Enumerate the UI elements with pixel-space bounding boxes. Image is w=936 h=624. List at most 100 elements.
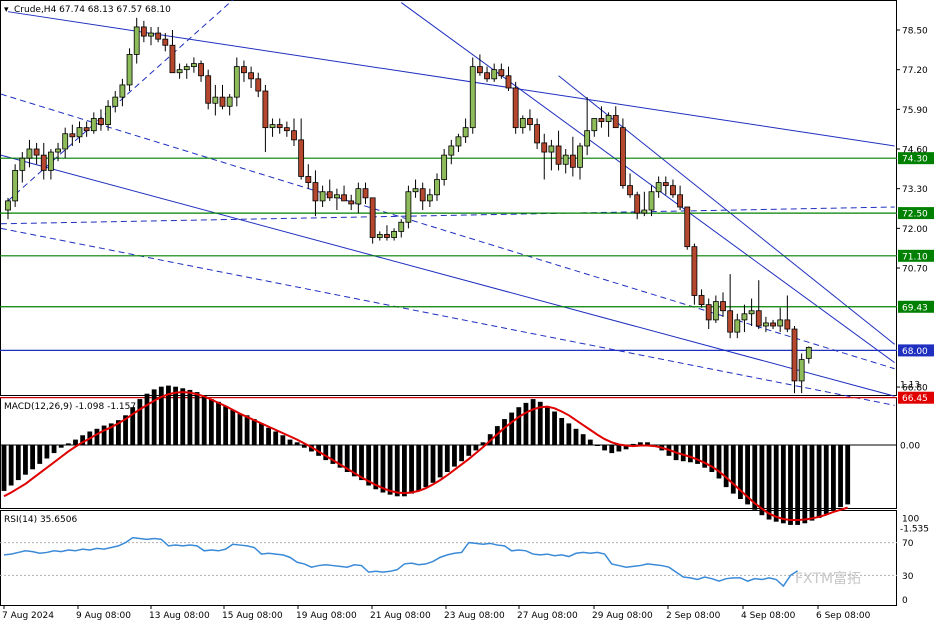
candle-body-108: [777, 319, 784, 327]
candle-body-34: [248, 72, 255, 80]
candle-body-94: [677, 194, 683, 208]
candle-body-80: [577, 145, 583, 168]
rsi-tick-label-2: 30: [902, 572, 914, 582]
candle-body-75: [541, 142, 548, 153]
macd-bar-31: [223, 406, 229, 445]
macd-bar-81: [580, 434, 586, 445]
candle-body-13: [98, 118, 104, 125]
macd-bar-62: [444, 445, 450, 472]
candle-body-39: [283, 127, 290, 132]
time-tick-label-7: 27 Aug 08:00: [517, 611, 578, 621]
macd-bar-41: [294, 442, 300, 445]
candle-body-16: [119, 84, 126, 98]
candle-body-44: [319, 191, 326, 202]
candle-body-43: [312, 182, 319, 202]
candle-body-33: [241, 66, 247, 74]
macd-bar-57: [409, 445, 414, 494]
candle-body-64: [462, 127, 469, 138]
macd-bar-60: [430, 445, 436, 483]
candle-body-50: [362, 188, 369, 199]
candle-body-97: [698, 295, 705, 306]
macd-bar-37: [266, 427, 271, 445]
candle-body-83: [598, 118, 605, 122]
time-tick-label-11: 6 Sep 08:00: [816, 611, 871, 621]
rsi-tick-label-0: 100: [902, 515, 919, 525]
candle-body-72: [519, 118, 526, 129]
candle-body-73: [527, 118, 533, 125]
macd-bar-24: [173, 386, 178, 445]
candle-body-107: [770, 322, 776, 327]
candle-body-19: [140, 26, 147, 37]
macd-bar-19: [137, 399, 143, 445]
candle-body-51: [369, 197, 376, 238]
macd-bar-13: [94, 428, 100, 445]
candle-body-18: [133, 26, 140, 55]
candle-body-35: [255, 78, 262, 92]
macd-bar-108: [773, 445, 779, 522]
macd-header: MACD(12,26,9) -1.098 -1.157: [4, 402, 136, 412]
candle-body-106: [763, 322, 769, 327]
candle-body-90: [648, 191, 655, 211]
macd-bar-101: [723, 445, 729, 488]
macd-bar-33: [237, 413, 243, 445]
macd-bar-117: [838, 445, 843, 508]
candle-body-77: [555, 145, 562, 165]
macd-bar-27: [194, 392, 200, 445]
macd-bar-76: [545, 406, 550, 445]
candle-body-88: [634, 194, 641, 214]
candle-body-6: [48, 151, 54, 171]
macd-bar-38: [273, 431, 279, 445]
candle-body-21: [155, 32, 162, 40]
time-tick-label-0: 7 Aug 2024: [2, 611, 54, 621]
candle-body-60: [434, 179, 440, 196]
candle-body-109: [784, 319, 791, 330]
macd-bar-72: [516, 407, 522, 445]
candle-body-14: [105, 105, 111, 125]
candle-body-103: [741, 313, 748, 321]
candle-body-96: [691, 246, 698, 296]
macd-bar-110: [788, 445, 793, 525]
macd-bar-71: [509, 412, 515, 445]
candle-body-7: [55, 148, 61, 153]
chart-canvas: 74.3072.5071.1069.4368.0066.45 1.130.00-…: [0, 0, 934, 621]
candle-body-84: [605, 115, 612, 122]
macd-bar-34: [244, 415, 250, 445]
macd-bar-5: [37, 445, 43, 464]
main-panel: [0, 0, 897, 396]
candle-body-32: [233, 66, 240, 98]
candle-body-82: [591, 118, 598, 132]
macd-tick-label-2: -1.535: [900, 524, 929, 534]
macd-bar-88: [630, 443, 636, 445]
macd-bar-3: [23, 445, 28, 475]
time-axis: 7 Aug 2024 9 Aug 08:00 13 Aug 08:00 15 Aug …: [2, 605, 871, 621]
macd-bar-55: [394, 445, 400, 497]
macd-bar-106: [759, 445, 765, 516]
macd-bar-25: [180, 388, 186, 445]
macd-tick-label-1: 0.00: [900, 442, 920, 452]
candle-body-15: [112, 96, 119, 107]
candle-body-53: [384, 234, 390, 238]
candle-body-101: [727, 310, 734, 333]
macd-bar-21: [151, 389, 157, 445]
macd-bar-77: [552, 411, 557, 445]
candle-body-22: [162, 38, 169, 46]
macd-bar-109: [780, 445, 786, 524]
candle-body-104: [748, 310, 755, 315]
macd-bar-54: [387, 445, 393, 495]
candle-body-49: [355, 188, 362, 205]
candle-body-58: [419, 188, 426, 202]
macd-bar-59: [423, 445, 429, 488]
macd-bar-63: [452, 445, 457, 467]
macd-bar-105: [752, 445, 758, 510]
candle-body-45: [326, 191, 333, 199]
candle-body-38: [276, 124, 283, 129]
collapse-arrow-icon[interactable]: ▾: [4, 5, 9, 15]
candle-body-57: [412, 188, 419, 193]
macd-bar-112: [802, 445, 808, 524]
macd-bar-80: [573, 428, 579, 445]
macd-bar-42: [301, 445, 307, 448]
candle-body-78: [562, 154, 569, 165]
candle-body-71: [512, 87, 519, 129]
time-tick-label-2: 13 Aug 08:00: [149, 611, 210, 621]
time-tick-label-10: 4 Sep 08:00: [741, 611, 796, 621]
